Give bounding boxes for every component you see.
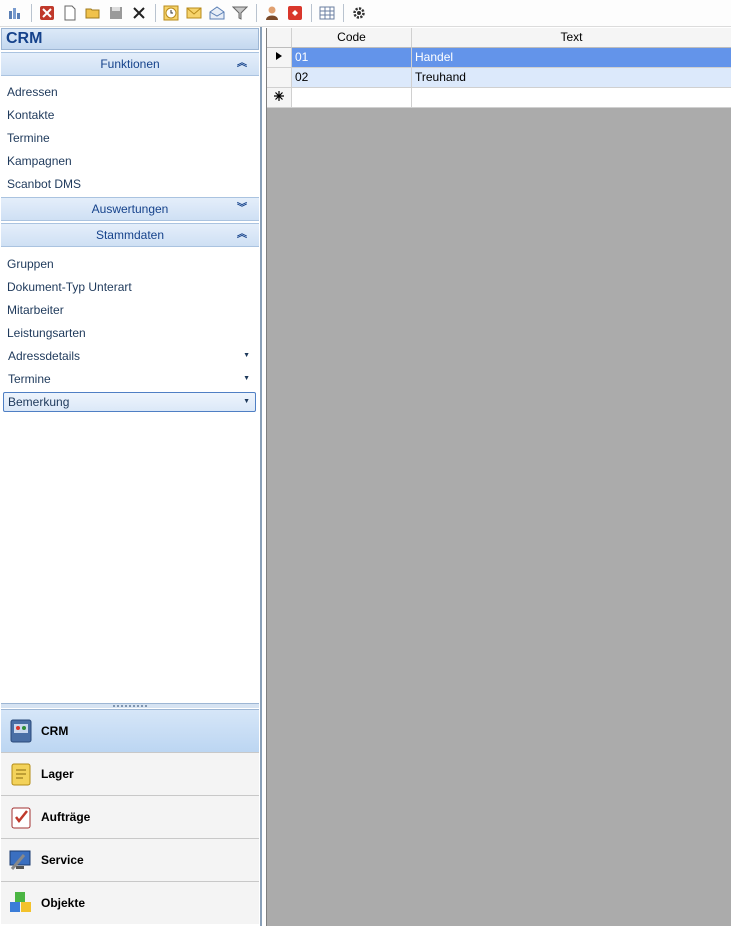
nav-item-kampagnen[interactable]: Kampagnen xyxy=(7,152,72,170)
data-grid: Code Text 01 Handel 02 Treuhand xyxy=(267,28,731,108)
filter-icon[interactable] xyxy=(229,2,251,24)
nav-dropdown-termine[interactable]: Termine ▼ xyxy=(3,369,256,389)
module-label: Objekte xyxy=(41,896,86,910)
group-label: Auswertungen xyxy=(91,202,169,216)
clock-icon[interactable] xyxy=(160,2,182,24)
dropdown-arrow-icon[interactable]: ▼ xyxy=(243,393,250,411)
mail-open-icon[interactable] xyxy=(206,2,228,24)
person-icon[interactable] xyxy=(261,2,283,24)
cell-code[interactable]: 02 xyxy=(292,68,412,88)
chevron-up-icon[interactable]: ︽ xyxy=(237,228,247,242)
monitor-wrench-icon xyxy=(7,846,35,874)
group-label: Funktionen xyxy=(100,57,160,71)
module-button-auftraege[interactable]: Aufträge xyxy=(1,795,259,838)
nav-item-scanbot-dms[interactable]: Scanbot DMS xyxy=(7,175,81,193)
delete-red-icon[interactable] xyxy=(36,2,58,24)
nav-item-kontakte[interactable]: Kontakte xyxy=(7,106,54,124)
nav-title: CRM xyxy=(1,28,259,50)
table-row[interactable]: 01 Handel xyxy=(267,48,731,68)
chevron-up-icon[interactable]: ︽ xyxy=(237,57,247,71)
new-document-icon[interactable] xyxy=(59,2,81,24)
column-header-text[interactable]: Text xyxy=(412,28,731,48)
nav-item-adressen[interactable]: Adressen xyxy=(7,83,58,101)
module-label: Service xyxy=(41,853,84,867)
dropdown-label: Adressdetails xyxy=(8,349,81,363)
colored-blocks-icon xyxy=(7,889,35,917)
new-row[interactable] xyxy=(267,88,731,108)
group-header-stammdaten[interactable]: Stammdaten ︽ xyxy=(1,223,259,247)
row-indicator-header[interactable] xyxy=(267,28,292,48)
table-grid-icon[interactable] xyxy=(316,2,338,24)
cell-code-new[interactable] xyxy=(292,88,412,108)
chart-icon[interactable] xyxy=(4,2,26,24)
cell-code[interactable]: 01 xyxy=(292,48,412,68)
nav-dropdown-adressdetails[interactable]: Adressdetails ▼ xyxy=(3,346,256,366)
save-icon[interactable] xyxy=(105,2,127,24)
nav-item-dokument-typ-unterart[interactable]: Dokument-Typ Unterart xyxy=(7,278,132,296)
group-header-auswertungen[interactable]: Auswertungen ︾ xyxy=(1,197,259,221)
cell-text[interactable]: Handel xyxy=(412,48,731,68)
toolbar-separator xyxy=(311,4,312,22)
group-header-funktionen[interactable]: Funktionen ︽ xyxy=(1,52,259,76)
grid-area: Code Text 01 Handel 02 Treuhand xyxy=(266,28,731,926)
toolbar-separator xyxy=(31,4,32,22)
dropdown-label: Bemerkung xyxy=(8,395,70,409)
toolbar-separator xyxy=(343,4,344,22)
module-label: Lager xyxy=(41,767,74,781)
toolbar-separator xyxy=(256,4,257,22)
chevron-down-icon[interactable]: ︾ xyxy=(237,202,247,216)
column-header-code[interactable]: Code xyxy=(292,28,412,48)
module-button-lager[interactable]: Lager xyxy=(1,752,259,795)
nav-item-termine[interactable]: Termine xyxy=(7,129,50,147)
red-tag-icon[interactable] xyxy=(284,2,306,24)
row-indicator[interactable] xyxy=(267,68,292,88)
nav-item-mitarbeiter[interactable]: Mitarbeiter xyxy=(7,301,64,319)
crm-book-icon xyxy=(7,717,35,745)
dropdown-arrow-icon[interactable]: ▼ xyxy=(243,347,250,365)
module-label: Aufträge xyxy=(41,810,91,824)
open-folder-icon[interactable] xyxy=(82,2,104,24)
cell-text-new[interactable] xyxy=(412,88,731,108)
module-button-crm[interactable]: CRM xyxy=(1,709,259,752)
group-label: Stammdaten xyxy=(95,228,165,242)
gear-icon[interactable] xyxy=(348,2,370,24)
module-label: CRM xyxy=(41,724,69,738)
current-row-arrow-icon[interactable] xyxy=(267,48,292,68)
module-button-service[interactable]: Service xyxy=(1,838,259,881)
table-row[interactable]: 02 Treuhand xyxy=(267,68,731,88)
toolbar xyxy=(0,0,731,27)
grid-header-row: Code Text xyxy=(267,28,731,48)
nav-item-leistungsarten[interactable]: Leistungsarten xyxy=(7,324,86,342)
nav-dropdown-bemerkung[interactable]: Bemerkung ▼ xyxy=(3,392,256,412)
clipboard-check-icon xyxy=(7,803,35,831)
dropdown-arrow-icon[interactable]: ▼ xyxy=(243,370,250,388)
toolbar-separator xyxy=(155,4,156,22)
notepad-icon xyxy=(7,760,35,788)
module-button-objekte[interactable]: Objekte xyxy=(1,881,259,924)
email-icon[interactable] xyxy=(183,2,205,24)
dropdown-label: Termine xyxy=(8,372,51,386)
new-row-asterisk-icon[interactable] xyxy=(267,88,292,108)
close-x-icon[interactable] xyxy=(128,2,150,24)
nav-item-gruppen[interactable]: Gruppen xyxy=(7,255,54,273)
panel-splitter[interactable] xyxy=(1,703,259,708)
navigation-panel: CRM Funktionen ︽ Adressen Kontakte Termi… xyxy=(0,27,262,926)
cell-text[interactable]: Treuhand xyxy=(412,68,731,88)
